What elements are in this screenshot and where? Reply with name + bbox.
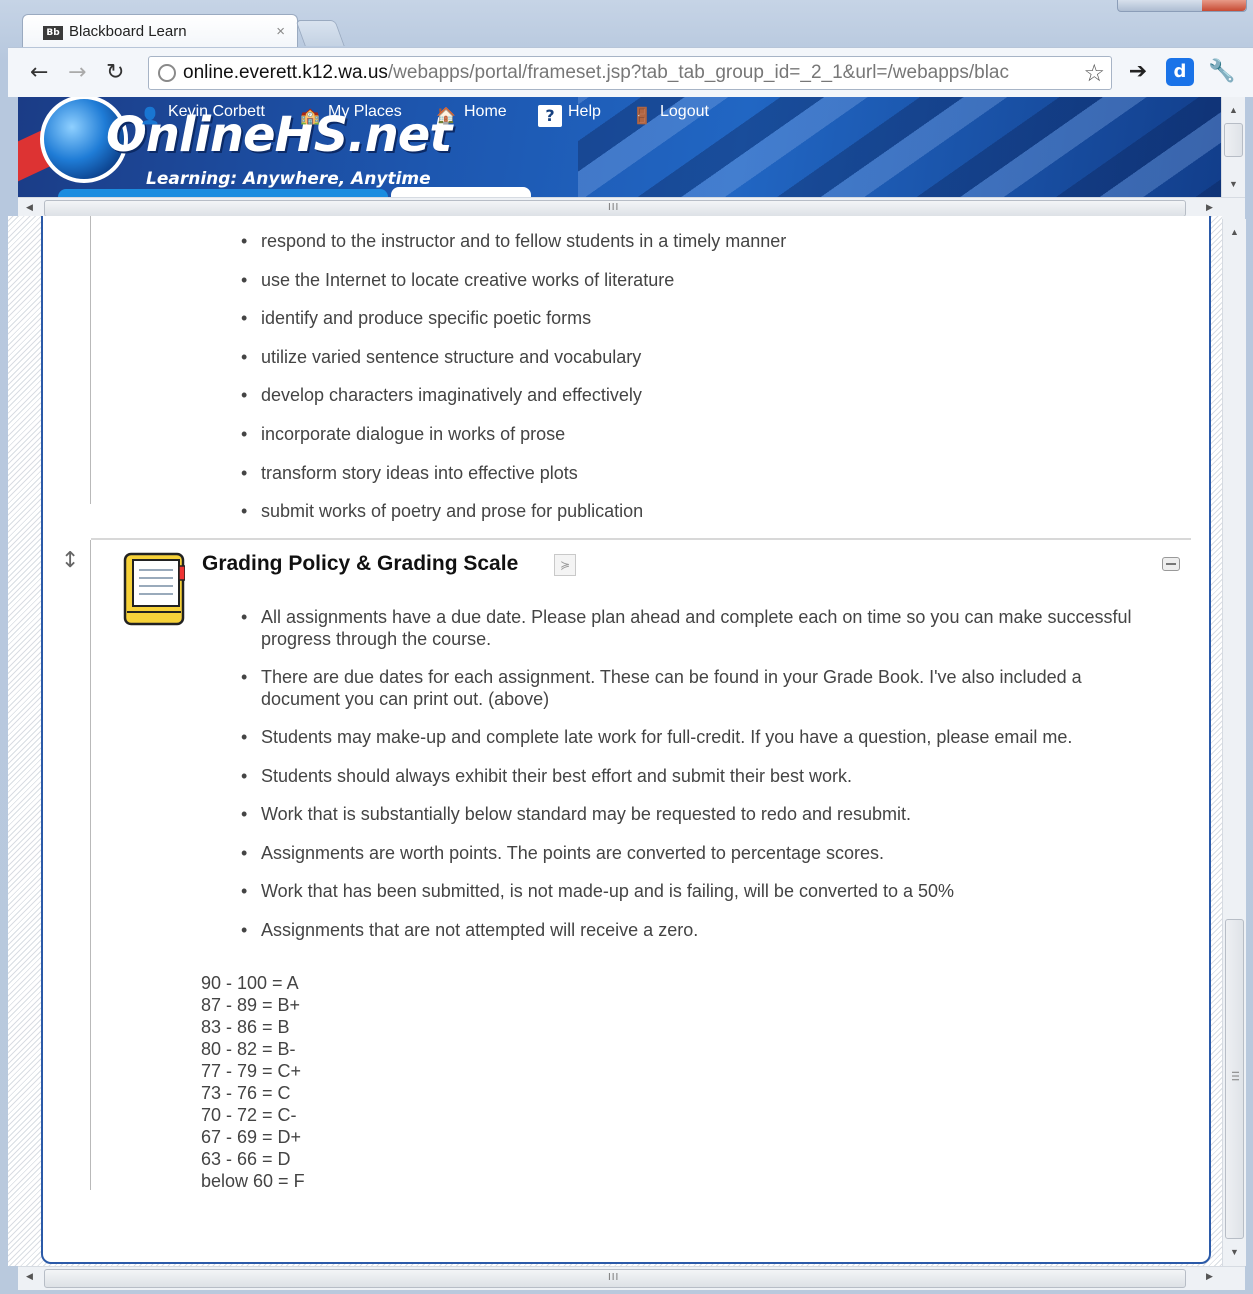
bookmark-star-icon[interactable]: ☆ — [1083, 59, 1105, 87]
nav-my-places-label: My Places — [328, 103, 402, 120]
window-close-button[interactable] — [1202, 0, 1246, 11]
scroll-left-arrow-icon[interactable]: ◀ — [26, 1267, 33, 1285]
help-icon: ? — [538, 105, 562, 127]
list-item: identify and produce specific poetic for… — [241, 307, 786, 346]
grade-row: 70 - 72 = C- — [201, 1105, 297, 1125]
my-places-icon: 🏫 — [300, 106, 320, 125]
grade-row: 77 - 79 = C+ — [201, 1061, 302, 1081]
drag-handle-icon[interactable]: ↕ — [61, 548, 79, 573]
scroll-grip: III — [608, 1272, 620, 1283]
list-item: Students should always exhibit their bes… — [241, 765, 1161, 787]
url-path: /webapps/portal/frameset.jsp?tab_tab_gro… — [387, 62, 1009, 83]
grading-policy-list: All assignments have a due date. Please … — [241, 606, 1161, 941]
grade-row: 73 - 76 = C — [201, 1083, 291, 1103]
site-tagline: Learning: Anywhere, Anytime — [146, 169, 431, 189]
reload-icon[interactable]: ↻ — [106, 60, 124, 85]
grade-row: 80 - 82 = B- — [201, 1039, 296, 1059]
list-item: incorporate dialogue in works of prose — [241, 423, 786, 462]
nav-help-label: Help — [568, 103, 601, 120]
browser-tab[interactable]: Bb Blackboard Learn × — [22, 14, 298, 48]
grade-row: 67 - 69 = D+ — [201, 1127, 302, 1147]
extension-icon[interactable]: ➔ — [1124, 58, 1152, 86]
browser-window: Bb Blackboard Learn × ← → ↻ online.evere… — [0, 0, 1253, 1294]
section-title: Grading Policy & Grading Scale — [202, 552, 519, 575]
forward-icon[interactable]: → — [68, 60, 86, 85]
extension-d-icon[interactable]: d — [1166, 58, 1194, 86]
collapse-module-button[interactable] — [1162, 557, 1180, 571]
list-item: transform story ideas into effective plo… — [241, 462, 786, 501]
nav-logout-label: Logout — [660, 103, 709, 120]
nav-home[interactable]: 🏠 Home — [434, 103, 507, 128]
scroll-grip: III — [1229, 1070, 1241, 1083]
grading-scale: 90 - 100 = A 87 - 89 = B+ 83 - 86 = B 80… — [201, 972, 305, 1192]
banner-tab-strip-active — [391, 187, 531, 197]
list-item: There are due dates for each assignment.… — [241, 666, 1161, 710]
scroll-down-arrow-icon[interactable]: ▼ — [1223, 1247, 1246, 1257]
grade-row: 63 - 66 = D — [201, 1149, 291, 1169]
outcomes-list: respond to the instructor and to fellow … — [241, 230, 786, 539]
grade-row: 90 - 100 = A — [201, 973, 299, 993]
window-controls[interactable] — [1117, 0, 1247, 12]
scroll-up-arrow-icon[interactable]: ▲ — [1222, 105, 1245, 115]
back-icon[interactable]: ← — [30, 60, 48, 85]
list-item: Assignments that are not attempted will … — [241, 919, 1161, 941]
list-item: utilize varied sentence structure and vo… — [241, 346, 786, 385]
user-icon: 👤 — [140, 106, 160, 125]
list-item: Students may make-up and complete late w… — [241, 726, 1161, 748]
new-tab-button[interactable] — [295, 20, 345, 46]
list-item: respond to the instructor and to fellow … — [241, 230, 786, 269]
scroll-right-arrow-icon[interactable]: ▶ — [1206, 198, 1213, 216]
nav-user[interactable]: 👤 Kevin Corbett — [138, 103, 265, 128]
list-item: All assignments have a due date. Please … — [241, 606, 1161, 650]
module-divider — [91, 538, 1191, 540]
tab-close-icon[interactable]: × — [276, 23, 285, 40]
nav-my-places[interactable]: 🏫 My Places — [298, 103, 402, 128]
banner-tab-strip — [58, 189, 388, 197]
url-text[interactable]: online.everett.k12.wa.us/webapps/portal/… — [183, 62, 1083, 84]
home-icon: 🏠 — [436, 106, 456, 125]
scroll-down-arrow-icon[interactable]: ▼ — [1222, 179, 1245, 189]
list-item: Assignments are worth points. The points… — [241, 842, 1161, 864]
page-icon — [158, 64, 176, 82]
scroll-grip: III — [608, 202, 620, 213]
module-left-rule — [90, 216, 91, 504]
scroll-left-arrow-icon[interactable]: ◀ — [26, 198, 33, 216]
section-options-chevron-icon[interactable]: ≽ — [554, 554, 576, 576]
address-bar[interactable]: online.everett.k12.wa.us/webapps/portal/… — [148, 56, 1112, 90]
content-vertical-scrollbar[interactable]: ▲ III ▼ — [1222, 219, 1246, 1266]
nav-help[interactable]: ? Help — [538, 103, 601, 127]
nav-logout[interactable]: 🚪 Logout — [630, 103, 709, 128]
wrench-icon[interactable]: 🔧 — [1208, 58, 1236, 86]
grade-row: below 60 = F — [201, 1171, 305, 1191]
content-horizontal-scrollbar[interactable]: ◀ III ▶ — [18, 1266, 1245, 1290]
scroll-up-arrow-icon[interactable]: ▲ — [1223, 227, 1246, 237]
banner-scroll-thumb[interactable] — [1224, 123, 1243, 157]
logout-icon: 🚪 — [632, 106, 652, 125]
nav-user-label: Kevin Corbett — [168, 103, 265, 120]
content-panel: respond to the instructor and to fellow … — [41, 216, 1211, 1264]
tab-title: Blackboard Learn — [69, 23, 187, 40]
list-item: Work that is substantially below standar… — [241, 803, 1161, 825]
scroll-right-arrow-icon[interactable]: ▶ — [1206, 1267, 1213, 1285]
url-host: online.everett.k12.wa.us — [183, 62, 388, 83]
banner-vertical-scrollbar[interactable]: ▲ ▼ — [1221, 97, 1245, 197]
module-left-rule-2 — [90, 540, 91, 1190]
browser-toolbar: ← → ↻ online.everett.k12.wa.us/webapps/p… — [8, 47, 1253, 97]
nav-home-label: Home — [464, 103, 507, 120]
site-banner: OnlineHS.net Learning: Anywhere, Anytime… — [18, 97, 1221, 197]
grade-row: 87 - 89 = B+ — [201, 995, 301, 1015]
list-item: Work that has been submitted, is not mad… — [241, 880, 1161, 902]
list-item: submit works of poetry and prose for pub… — [241, 500, 786, 539]
notebook-icon — [123, 552, 185, 626]
list-item: use the Internet to locate creative work… — [241, 269, 786, 308]
list-item: develop characters imaginatively and eff… — [241, 384, 786, 423]
blackboard-favicon-icon: Bb — [43, 26, 63, 40]
content-frame: respond to the instructor and to fellow … — [8, 216, 1222, 1266]
grade-row: 83 - 86 = B — [201, 1017, 290, 1037]
